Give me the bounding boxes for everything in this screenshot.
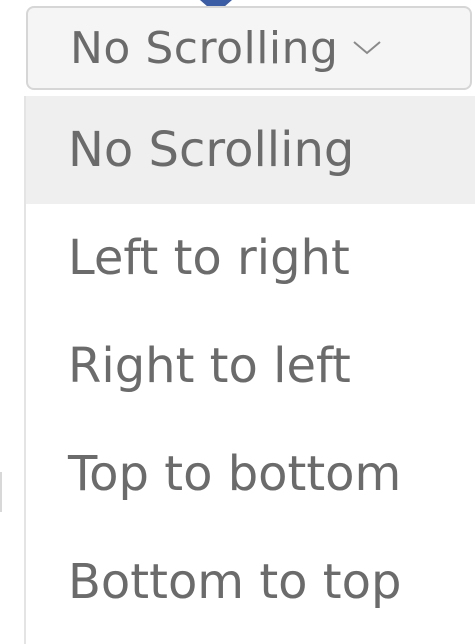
dropdown-menu: No Scrolling Left to right Right to left… bbox=[24, 96, 475, 644]
menu-option-top-to-bottom[interactable]: Top to bottom bbox=[26, 420, 475, 528]
select-current-value: No Scrolling bbox=[70, 22, 339, 74]
menu-option-no-scrolling[interactable]: No Scrolling bbox=[26, 96, 475, 204]
menu-option-left-to-right[interactable]: Left to right bbox=[26, 204, 475, 312]
scroll-mode-select[interactable]: No Scrolling bbox=[26, 6, 472, 90]
menu-option-right-to-left[interactable]: Right to left bbox=[26, 312, 475, 420]
chevron-down-icon bbox=[353, 41, 382, 55]
menu-option-bottom-to-top[interactable]: Bottom to top bbox=[26, 528, 475, 636]
divider bbox=[0, 472, 2, 512]
scroll-direction-picker: No Scrolling No Scrolling Left to right … bbox=[0, 0, 475, 644]
